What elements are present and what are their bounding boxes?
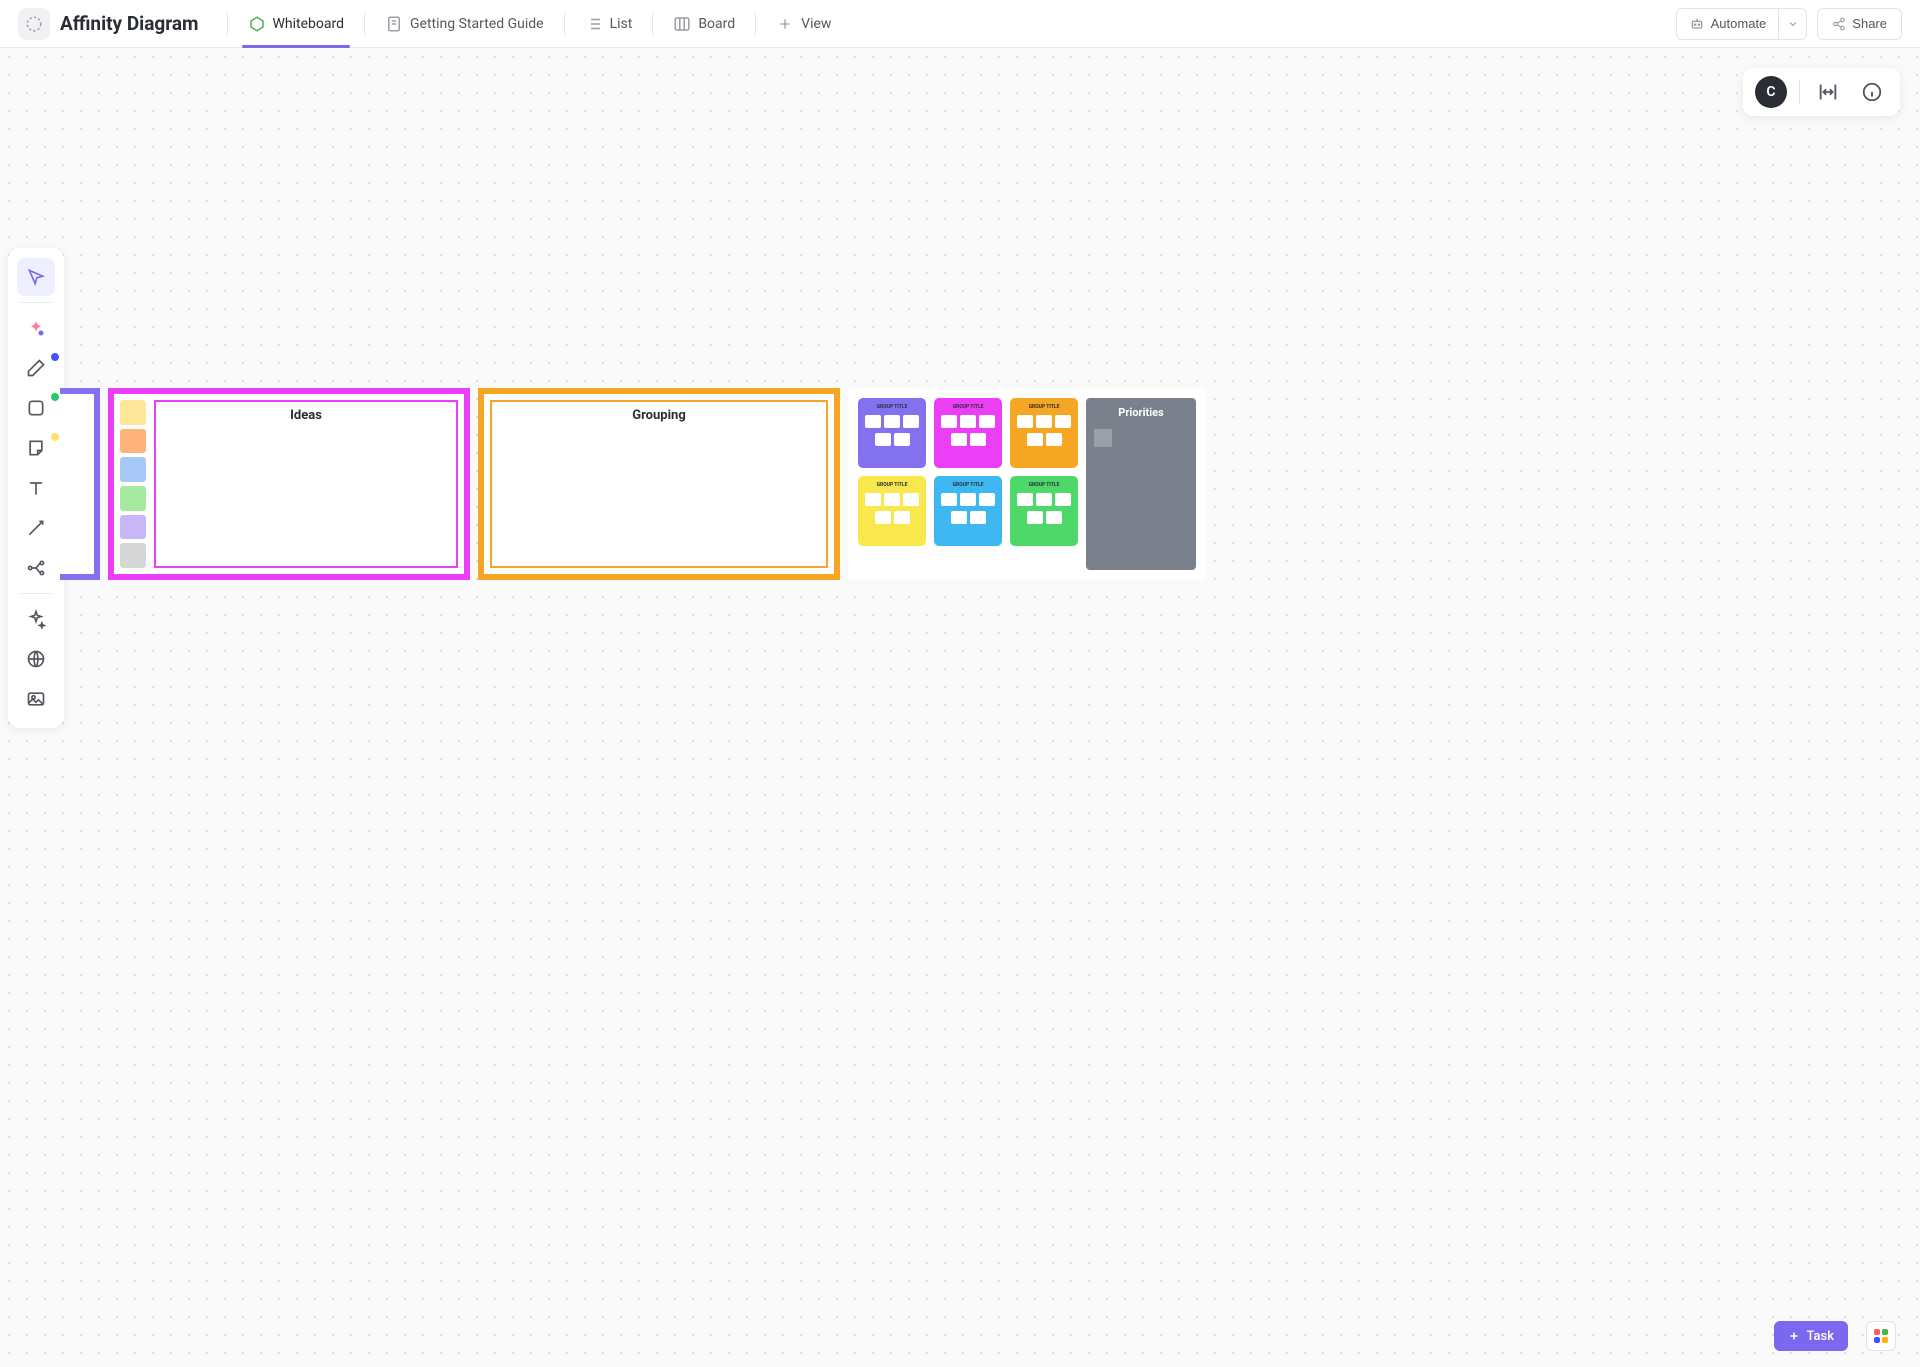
divider <box>227 13 228 35</box>
top-bar: Affinity Diagram Whiteboard Getting Star… <box>0 0 1920 48</box>
divider <box>564 13 565 35</box>
pen-tool[interactable] <box>17 349 55 387</box>
tab-label: Board <box>698 16 735 32</box>
color-indicator <box>51 353 59 361</box>
mindmap-tool[interactable] <box>17 549 55 587</box>
cube-blue[interactable] <box>120 457 146 482</box>
page-title[interactable]: Affinity Diagram <box>60 12 199 35</box>
sticky-note-tool[interactable] <box>17 429 55 467</box>
user-avatar[interactable]: C <box>1755 76 1787 108</box>
connector-tool[interactable] <box>17 509 55 547</box>
document-icon <box>385 15 403 33</box>
group-card-purple[interactable]: GROUP TITLE <box>858 398 926 468</box>
share-icon <box>1832 17 1846 31</box>
automate-dropdown[interactable] <box>1779 8 1807 40</box>
group-card-title: GROUP TITLE <box>939 404 997 410</box>
color-indicator <box>51 393 59 401</box>
divider <box>755 13 756 35</box>
whiteboard-content: Ideas Grouping GROUP TITLE GROUP TITLE <box>60 388 1206 580</box>
group-card-green[interactable]: GROUP TITLE <box>1010 476 1078 546</box>
pointer-tool[interactable] <box>17 258 55 296</box>
text-tool[interactable] <box>17 469 55 507</box>
group-card-title: GROUP TITLE <box>1015 482 1073 488</box>
task-button[interactable]: Task <box>1774 1321 1848 1351</box>
divider <box>20 302 52 303</box>
add-view-button[interactable]: View <box>766 0 841 48</box>
group-card-orange[interactable]: GROUP TITLE <box>1010 398 1078 468</box>
fit-width-button[interactable] <box>1812 76 1844 108</box>
ideas-panel[interactable]: Ideas <box>154 400 458 568</box>
cube-green[interactable] <box>120 486 146 511</box>
left-toolbar <box>8 248 64 728</box>
whiteboard-icon <box>248 15 266 33</box>
automate-label: Automate <box>1711 16 1767 31</box>
list-icon <box>585 15 603 33</box>
info-button[interactable] <box>1856 76 1888 108</box>
ideas-frame[interactable]: Ideas <box>108 388 470 580</box>
tab-label: Getting Started Guide <box>410 16 544 32</box>
shape-tool[interactable] <box>17 389 55 427</box>
ideas-label: Ideas <box>290 408 322 423</box>
tab-label: View <box>801 16 831 32</box>
tab-whiteboard[interactable]: Whiteboard <box>238 0 355 48</box>
cube-column <box>120 400 148 568</box>
group-card-title: GROUP TITLE <box>939 482 997 488</box>
divider <box>652 13 653 35</box>
plus-icon <box>776 15 794 33</box>
partial-frame[interactable] <box>60 388 100 580</box>
floating-controls: C <box>1743 68 1900 116</box>
group-card-title: GROUP TITLE <box>863 482 921 488</box>
apps-icon <box>1874 1329 1888 1343</box>
color-indicator <box>51 433 59 441</box>
share-button[interactable]: Share <box>1817 8 1902 40</box>
cube-purple[interactable] <box>120 515 146 540</box>
share-label: Share <box>1852 16 1887 31</box>
tab-label: Whiteboard <box>273 16 345 32</box>
divider <box>20 593 52 594</box>
page-icon[interactable] <box>18 8 50 40</box>
robot-icon <box>1689 16 1705 32</box>
web-tool[interactable] <box>17 640 55 678</box>
apps-button[interactable] <box>1866 1321 1896 1351</box>
divider <box>1799 80 1800 104</box>
priorities-frame[interactable]: GROUP TITLE GROUP TITLE GROUP TITLE GROU… <box>848 388 1206 580</box>
topbar-right: Automate Share <box>1676 8 1902 40</box>
image-tool[interactable] <box>17 680 55 718</box>
group-card-yellow[interactable]: GROUP TITLE <box>858 476 926 546</box>
grouping-label: Grouping <box>632 408 686 423</box>
tab-list[interactable]: List <box>575 0 643 48</box>
tab-board[interactable]: Board <box>663 0 745 48</box>
sparkle-tool[interactable] <box>17 600 55 638</box>
task-label: Task <box>1806 1329 1834 1344</box>
cube-orange[interactable] <box>120 429 146 454</box>
plus-icon <box>1788 1330 1800 1342</box>
grouping-panel[interactable]: Grouping <box>490 400 828 568</box>
canvas-area[interactable]: C <box>0 48 1920 1367</box>
priority-slot[interactable] <box>1094 429 1112 447</box>
group-grid: GROUP TITLE GROUP TITLE GROUP TITLE GROU… <box>858 398 1078 570</box>
group-card-blue[interactable]: GROUP TITLE <box>934 476 1002 546</box>
board-icon <box>673 15 691 33</box>
automate-button[interactable]: Automate <box>1676 8 1780 40</box>
group-card-title: GROUP TITLE <box>1015 404 1073 410</box>
tab-guide[interactable]: Getting Started Guide <box>375 0 554 48</box>
priorities-panel[interactable]: Priorities <box>1086 398 1196 570</box>
group-card-title: GROUP TITLE <box>863 404 921 410</box>
priorities-label: Priorities <box>1094 406 1188 419</box>
tab-label: List <box>610 16 633 32</box>
group-card-pink[interactable]: GROUP TITLE <box>934 398 1002 468</box>
ai-tool[interactable] <box>17 309 55 347</box>
cube-grey[interactable] <box>120 543 146 568</box>
divider <box>364 13 365 35</box>
grouping-frame[interactable]: Grouping <box>478 388 840 580</box>
cube-yellow[interactable] <box>120 400 146 425</box>
chevron-down-icon <box>1787 18 1799 30</box>
